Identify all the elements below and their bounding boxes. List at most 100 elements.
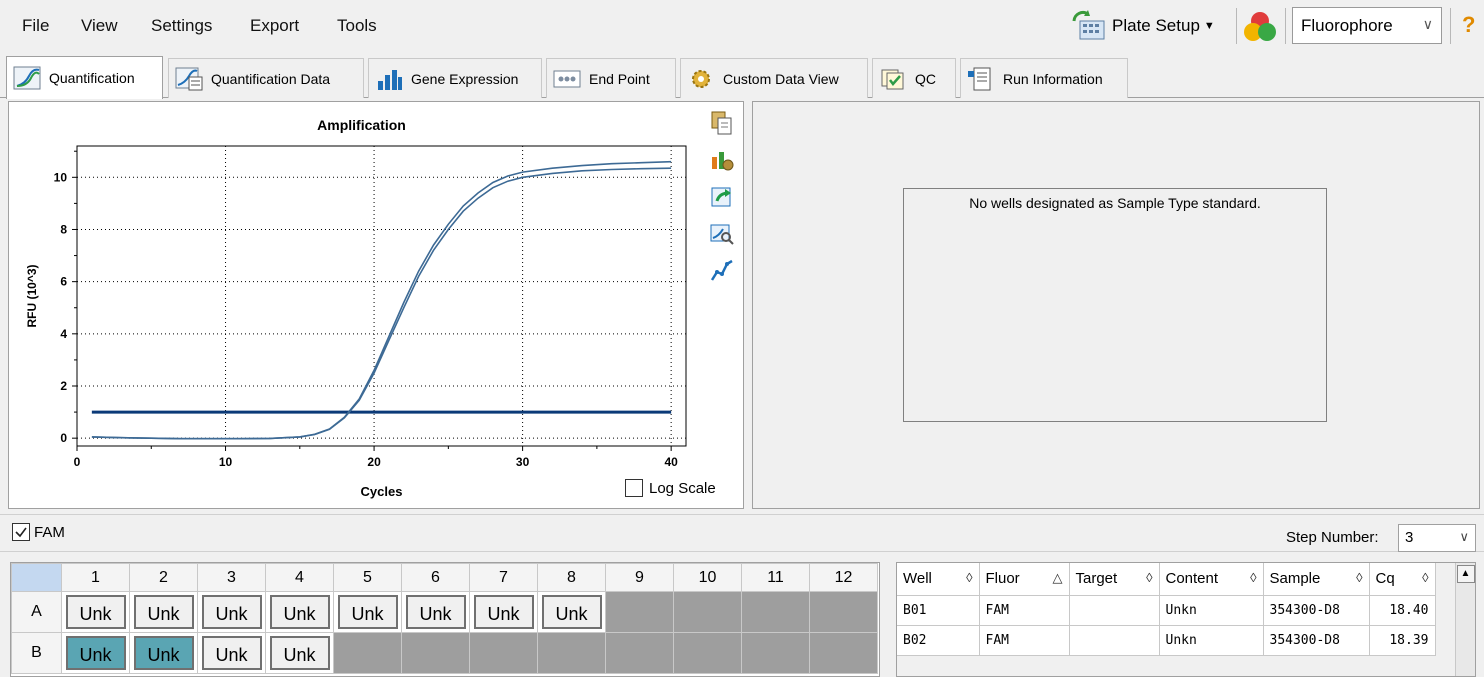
menu-file[interactable]: File	[22, 16, 49, 36]
log-scale-label: Log Scale	[649, 479, 716, 497]
cell-target	[1069, 625, 1160, 656]
plate-well-A4[interactable]: Unk	[265, 591, 334, 633]
well-content: Unk	[541, 595, 602, 629]
column-header-sample[interactable]: Sample ◊	[1263, 563, 1370, 596]
plate-well-B9[interactable]	[605, 632, 674, 674]
tab-run-information[interactable]: Run Information	[960, 58, 1128, 98]
plate-well-B5[interactable]	[333, 632, 402, 674]
tab-label: End Point	[589, 70, 650, 87]
well-content: Unk	[337, 595, 398, 629]
tab-quantification[interactable]: Quantification	[6, 56, 163, 99]
step-number-value: 3	[1405, 529, 1414, 546]
plate-column-header[interactable]: 11	[741, 563, 810, 592]
plate-row-header[interactable]: A	[11, 591, 62, 633]
tab-qc[interactable]: QC	[872, 58, 956, 98]
fam-toggle[interactable]: FAM	[12, 523, 65, 541]
copy-icon[interactable]	[709, 110, 735, 136]
menu-settings[interactable]: Settings	[151, 16, 212, 36]
y-tick-label: 4	[60, 327, 67, 341]
column-header-cq[interactable]: Cq ◊	[1369, 563, 1436, 596]
plate-map: 1 2 3 4 5 6 7 8 9 10 11 12 A Unk Unk Unk Unk Unk Unk Unk Un…	[10, 562, 880, 677]
fam-checkbox[interactable]	[12, 523, 30, 541]
qc-checklist-icon	[881, 69, 904, 89]
plate-well-A10[interactable]	[673, 591, 742, 633]
plate-column-header[interactable]: 12	[809, 563, 878, 592]
plate-corner[interactable]	[11, 563, 62, 592]
menu-tools[interactable]: Tools	[337, 16, 377, 36]
log-scale-checkbox[interactable]	[625, 479, 643, 497]
tab-quantification-data[interactable]: Quantification Data	[168, 58, 364, 98]
plate-well-B7[interactable]	[469, 632, 538, 674]
table-row[interactable]: B01 FAM Unkn 354300-D8 18.40	[897, 595, 1436, 626]
end-point-icon	[553, 70, 581, 87]
results-table: Well ◊ Fluor △ Target ◊ Content ◊ Sample ◊ Cq…	[897, 563, 1436, 656]
log-scale-toggle[interactable]: Log Scale	[625, 479, 716, 497]
fluorophore-select[interactable]: Fluorophore ∨	[1292, 7, 1442, 44]
amplification-data-icon	[175, 67, 203, 90]
menu-export[interactable]: Export	[250, 16, 299, 36]
column-header-fluor[interactable]: Fluor △	[979, 563, 1070, 596]
plate-well-A1[interactable]: Unk	[61, 591, 130, 633]
plate-well-A6[interactable]: Unk	[401, 591, 470, 633]
plate-well-A7[interactable]: Unk	[469, 591, 538, 633]
plate-column-header[interactable]: 9	[605, 563, 674, 592]
plate-well-A9[interactable]	[605, 591, 674, 633]
cell-content: Unkn	[1159, 595, 1264, 626]
y-tick-label: 10	[54, 170, 68, 184]
zoom-icon[interactable]	[709, 221, 735, 247]
plate-well-A12[interactable]	[809, 591, 878, 633]
tab-gene-expression[interactable]: Gene Expression	[368, 58, 542, 98]
chart-settings-icon[interactable]	[709, 147, 735, 173]
plate-column-header[interactable]: 8	[537, 563, 606, 592]
amplification-icon	[13, 66, 41, 90]
plate-well-A2[interactable]: Unk	[129, 591, 198, 633]
menu-view[interactable]: View	[81, 16, 118, 36]
column-header-target[interactable]: Target ◊	[1069, 563, 1160, 596]
gear-icon	[692, 69, 710, 88]
plate-well-A8[interactable]: Unk	[537, 591, 606, 633]
color-circles-icon[interactable]	[1242, 10, 1278, 44]
plate-well-A11[interactable]	[741, 591, 810, 633]
step-number-select[interactable]: 3 ∨	[1398, 524, 1476, 552]
curve-fit-icon[interactable]	[709, 258, 735, 284]
plate-well-B6[interactable]	[401, 632, 470, 674]
cell-cq: 18.40	[1369, 595, 1436, 626]
well-content: Unk	[473, 595, 534, 629]
plate-column-header[interactable]: 5	[333, 563, 402, 592]
plate-well-B11[interactable]	[741, 632, 810, 674]
plate-well-B1[interactable]: Unk	[61, 632, 130, 674]
plate-row-header[interactable]: B	[11, 632, 62, 674]
plate-well-B2[interactable]: Unk	[129, 632, 198, 674]
standard-curve-panel: No wells designated as Sample Type stand…	[752, 101, 1480, 509]
column-header-content[interactable]: Content ◊	[1159, 563, 1264, 596]
plate-well-B8[interactable]	[537, 632, 606, 674]
plate-column-header[interactable]: 4	[265, 563, 334, 592]
tab-custom-data-view[interactable]: Custom Data View	[680, 58, 868, 98]
plate-row: A Unk Unk Unk Unk Unk Unk Unk Unk	[11, 591, 878, 633]
plate-well-A3[interactable]: Unk	[197, 591, 266, 633]
results-scrollbar[interactable]: ▲	[1455, 563, 1475, 676]
toolbar-separator	[1236, 8, 1237, 44]
tab-end-point[interactable]: End Point	[546, 58, 676, 98]
plate-well-A5[interactable]: Unk	[333, 591, 402, 633]
plate-column-header[interactable]: 10	[673, 563, 742, 592]
plate-column-header[interactable]: 6	[401, 563, 470, 592]
toolbar-separator	[1450, 8, 1451, 44]
table-row[interactable]: B02 FAM Unkn 354300-D8 18.39	[897, 625, 1436, 656]
x-tick-label: 10	[219, 455, 233, 469]
plate-column-header[interactable]: 3	[197, 563, 266, 592]
plate-well-B3[interactable]: Unk	[197, 632, 266, 674]
plate-well-B12[interactable]	[809, 632, 878, 674]
plate-column-header[interactable]: 1	[61, 563, 130, 592]
plate-well-B10[interactable]	[673, 632, 742, 674]
scroll-up-icon[interactable]: ▲	[1456, 565, 1475, 583]
toolbar-separator	[1285, 8, 1286, 44]
question-icon[interactable]: ?	[1462, 12, 1475, 38]
export-icon[interactable]	[709, 184, 735, 210]
plate-column-header[interactable]: 2	[129, 563, 198, 592]
column-header-well[interactable]: Well ◊	[897, 563, 980, 596]
plate-column-header[interactable]: 7	[469, 563, 538, 592]
plate-well-B4[interactable]: Unk	[265, 632, 334, 674]
tab-label: QC	[915, 70, 936, 87]
plate-setup-button[interactable]: Plate Setup ▼	[1068, 8, 1215, 44]
